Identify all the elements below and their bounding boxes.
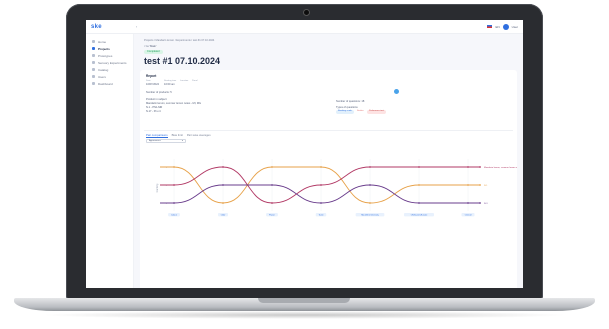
sidebar-item-users[interactable]: Users <box>86 73 133 80</box>
sidebar-item-dashboard[interactable]: Dashboard <box>86 80 133 87</box>
data-point <box>320 202 322 204</box>
series-label: Mandarin lemon, summer lemon notes <box>484 166 517 169</box>
x-tick-label: Overall <box>465 213 472 216</box>
data-point <box>418 202 420 204</box>
avatar[interactable] <box>502 23 509 30</box>
sidebar-item-label: Dashboard <box>98 81 113 86</box>
data-point <box>467 184 469 186</box>
data-point <box>369 166 371 168</box>
breadcrumb[interactable]: Projects / Mandarin lemon / Experiments … <box>144 39 214 42</box>
ranking-chart: Ranking123N.1Mandarin lemon, summer lemo… <box>156 159 517 217</box>
data-point <box>369 184 371 186</box>
series-line <box>160 184 480 204</box>
flag-icon <box>487 25 493 28</box>
main-content: Projects / Mandarin lemon / Experiments … <box>134 34 523 288</box>
report-card: Report Date 10/07/2024 Starting time 10:… <box>140 70 517 288</box>
sidebar-item-catalog[interactable]: Catalog <box>86 66 133 73</box>
x-tick-label: Mouthfeel intensity <box>361 213 379 216</box>
sidebar-item-label: Home <box>98 39 107 44</box>
data-point <box>418 166 420 168</box>
series-end-point <box>479 166 481 168</box>
user-name[interactable]: User <box>512 25 518 29</box>
series-end-point <box>479 202 481 204</box>
sidebar-item-projects[interactable]: Projects <box>86 45 133 52</box>
data-point <box>173 184 175 186</box>
grid-icon <box>92 82 95 85</box>
language-switch[interactable]: EN <box>495 25 499 29</box>
folder-icon <box>92 47 95 50</box>
app-logo[interactable]: ske <box>91 24 102 30</box>
data-point <box>369 202 371 204</box>
data-point <box>173 166 175 168</box>
cube-icon <box>92 54 95 57</box>
flask-icon <box>92 61 95 64</box>
book-icon <box>92 68 95 71</box>
page-title: test #1 07.10.2024 <box>144 56 221 66</box>
webcam <box>304 10 309 15</box>
x-tick-label: Colour <box>171 213 177 216</box>
data-point <box>222 202 224 204</box>
data-point <box>271 184 273 186</box>
chevron-left-icon[interactable]: ‹ <box>136 24 137 29</box>
data-point <box>222 166 224 168</box>
sidebar-item-label: Prototypes <box>98 53 113 58</box>
sidebar-item-label: Sensory Experiments <box>98 60 127 65</box>
data-point <box>467 166 469 168</box>
data-point <box>418 184 420 186</box>
back-link[interactable]: < to 'Main' <box>144 44 157 48</box>
data-point <box>467 202 469 204</box>
series-label: N.1 <box>484 185 488 187</box>
top-bar: ske ‹ EN User <box>86 20 523 34</box>
top-bar-right: EN User <box>487 23 518 30</box>
sidebar: Home Projects Prototypes Sensory Experim… <box>86 34 134 288</box>
laptop-shadow <box>40 311 569 319</box>
data-point <box>222 184 224 186</box>
home-icon <box>92 40 95 43</box>
data-point <box>320 184 322 186</box>
sidebar-item-prototypes[interactable]: Prototypes <box>86 52 133 59</box>
users-icon <box>92 75 95 78</box>
data-point <box>271 202 273 204</box>
sidebar-item-home[interactable]: Home <box>86 38 133 45</box>
data-point <box>173 202 175 204</box>
series-label: N.3 <box>484 203 488 205</box>
sidebar-item-label: Projects <box>98 46 110 51</box>
status-badge: Completed <box>144 50 163 54</box>
x-tick-label: Taste <box>319 213 325 216</box>
data-point <box>320 166 322 168</box>
sidebar-item-label: Users <box>98 74 106 79</box>
x-tick-label: Off-flavor/off-taste <box>411 213 428 216</box>
data-point <box>271 166 273 168</box>
x-tick-label: Flavor <box>269 213 275 216</box>
laptop-notch <box>258 298 350 303</box>
x-tick-label: Odor <box>221 213 226 216</box>
series-end-point <box>479 184 481 186</box>
laptop-screen: ske ‹ EN User Home Projects Prototypes S… <box>86 20 523 288</box>
y-axis-label: Ranking <box>156 183 159 192</box>
sidebar-item-label: Catalog <box>98 67 109 72</box>
sidebar-item-sensory-experiments[interactable]: Sensory Experiments <box>86 59 133 66</box>
